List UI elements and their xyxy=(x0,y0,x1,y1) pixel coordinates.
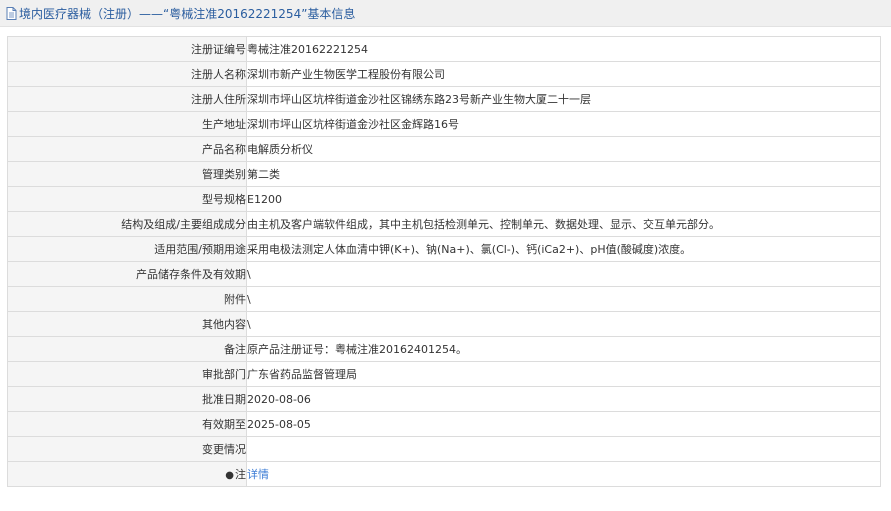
row-value: 详情 xyxy=(246,461,881,487)
row-value: 原产品注册证号：粤械注准20162401254。 xyxy=(246,336,881,362)
row-label: 结构及组成/主要组成成分 xyxy=(7,211,247,237)
info-table: 注册证编号 粤械注准20162221254 注册人名称 深圳市新产业生物医学工程股份有… xyxy=(7,36,881,487)
row-label: 型号规格 xyxy=(7,186,247,212)
row-label: 注册人名称 xyxy=(7,61,247,87)
row-label: 批准日期 xyxy=(7,386,247,412)
row-value: 第二类 xyxy=(246,161,881,187)
table-row: 其他内容 \ xyxy=(7,311,881,337)
row-value: 电解质分析仪 xyxy=(246,136,881,162)
row-label: 注册证编号 xyxy=(7,36,247,62)
table-row: 注册人名称 深圳市新产业生物医学工程股份有限公司 xyxy=(7,61,881,87)
table-row-note: ●注 详情 xyxy=(7,461,881,487)
table-row: 变更情况 xyxy=(7,436,881,462)
table-row: 产品名称 电解质分析仪 xyxy=(7,136,881,162)
row-value: 深圳市坪山区坑梓街道金沙社区锦绣东路23号新产业生物大厦二十一层 xyxy=(246,86,881,112)
row-label: 注册人住所 xyxy=(7,86,247,112)
details-link[interactable]: 详情 xyxy=(248,468,270,481)
table-row: 注册人住所 深圳市坪山区坑梓街道金沙社区锦绣东路23号新产业生物大厦二十一层 xyxy=(7,86,881,112)
table-row: 有效期至 2025-08-05 xyxy=(7,411,881,437)
row-value: 由主机及客户端软件组成，其中主机包括检测单元、控制单元、数据处理、显示、交互单元… xyxy=(246,211,881,237)
row-value: 深圳市坪山区坑梓街道金沙社区金辉路16号 xyxy=(246,111,881,137)
row-value: \ xyxy=(246,311,881,337)
row-label: 产品名称 xyxy=(7,136,247,162)
row-label: 有效期至 xyxy=(7,411,247,437)
row-label: 审批部门 xyxy=(7,361,247,387)
page-title: 境内医疗器械（注册）——“粤械注准20162221254”基本信息 xyxy=(19,6,356,21)
row-value: 广东省药品监督管理局 xyxy=(246,361,881,387)
row-label: 适用范围/预期用途 xyxy=(7,236,247,262)
table-row: 生产地址 深圳市坪山区坑梓街道金沙社区金辉路16号 xyxy=(7,111,881,137)
table-row: 适用范围/预期用途 采用电极法测定人体血清中钾(K+)、钠(Na+)、氯(Cl-)… xyxy=(7,236,881,262)
row-value: 粤械注准20162221254 xyxy=(246,36,881,62)
table-row: 型号规格 E1200 xyxy=(7,186,881,212)
table-row: 审批部门 广东省药品监督管理局 xyxy=(7,361,881,387)
row-label: ●注 xyxy=(7,461,247,487)
table-row: 产品储存条件及有效期 \ xyxy=(7,261,881,287)
row-value xyxy=(246,436,881,462)
page-header: 境内医疗器械（注册）——“粤械注准20162221254”基本信息 xyxy=(0,0,891,27)
row-label: 管理类别 xyxy=(7,161,247,187)
row-label: 其他内容 xyxy=(7,311,247,337)
row-value: 2020-08-06 xyxy=(246,386,881,412)
row-value: 深圳市新产业生物医学工程股份有限公司 xyxy=(246,61,881,87)
note-label: 注 xyxy=(235,468,246,481)
table-row: 批准日期 2020-08-06 xyxy=(7,386,881,412)
row-value: 采用电极法测定人体血清中钾(K+)、钠(Na+)、氯(Cl-)、钙(iCa2+)… xyxy=(246,236,881,262)
row-value: E1200 xyxy=(246,186,881,212)
table-row: 附件 \ xyxy=(7,286,881,312)
row-label: 附件 xyxy=(7,286,247,312)
row-value: 2025-08-05 xyxy=(246,411,881,437)
table-row: 结构及组成/主要组成成分 由主机及客户端软件组成，其中主机包括检测单元、控制单元、… xyxy=(7,211,881,237)
table-row: 备注 原产品注册证号：粤械注准20162401254。 xyxy=(7,336,881,362)
row-value: \ xyxy=(246,261,881,287)
document-icon xyxy=(6,6,17,20)
row-label: 生产地址 xyxy=(7,111,247,137)
table-row: 注册证编号 粤械注准20162221254 xyxy=(7,36,881,62)
row-label: 备注 xyxy=(7,336,247,362)
table-row: 管理类别 第二类 xyxy=(7,161,881,187)
row-value: \ xyxy=(246,286,881,312)
row-label: 产品储存条件及有效期 xyxy=(7,261,247,287)
pin-icon: ● xyxy=(225,470,234,481)
row-label: 变更情况 xyxy=(7,436,247,462)
